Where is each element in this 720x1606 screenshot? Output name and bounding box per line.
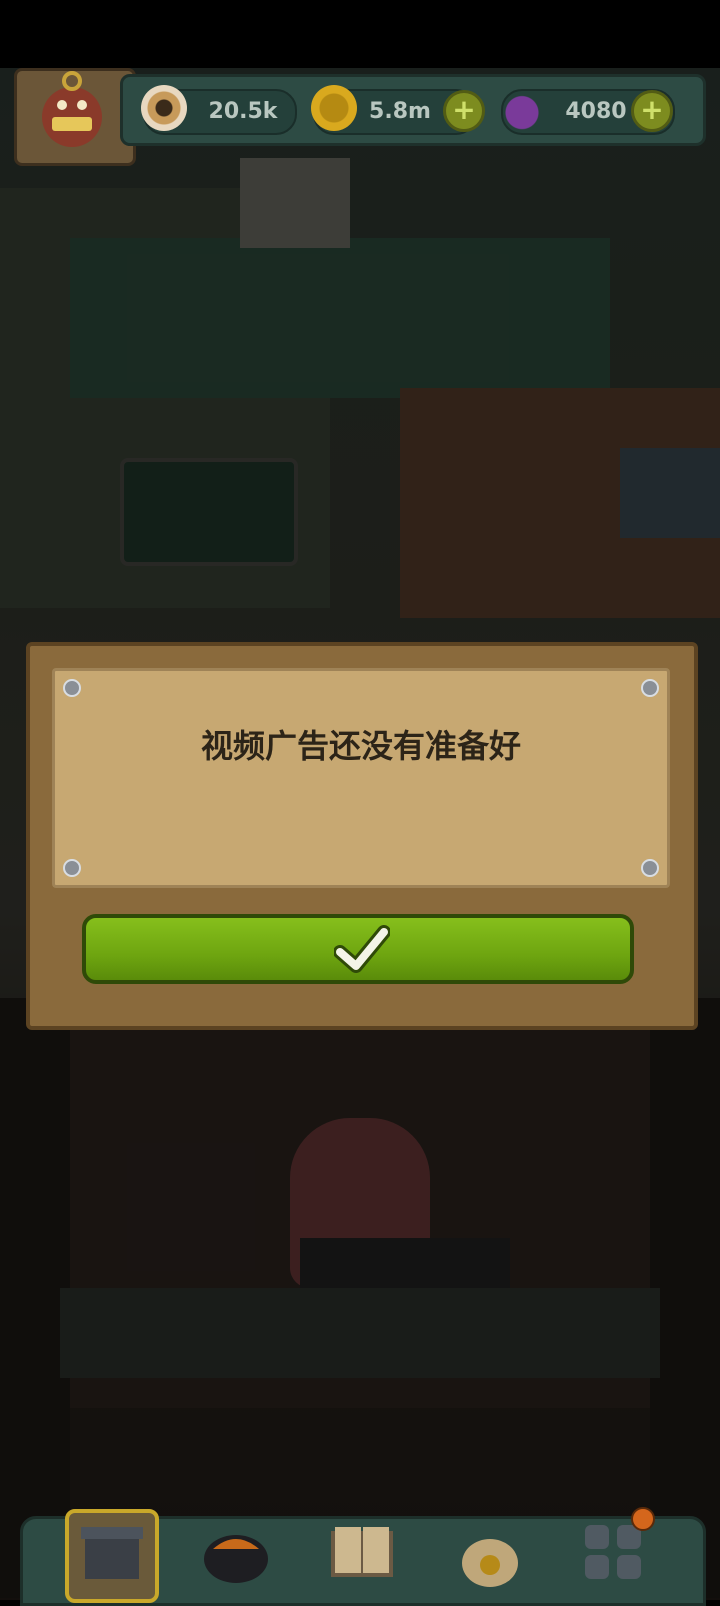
top-hud: 20.5k 5.8m + 4080 + [0,68,720,166]
dialog-message: 视频广告还没有准备好 [200,727,521,765]
player-avatar[interactable] [14,68,136,166]
eyes-value: 20.5k [208,99,278,124]
plus-icon: + [640,93,664,126]
nav-cauldron[interactable] [193,1509,279,1595]
monster-avatar-icon [42,71,102,147]
shop-icon [81,1527,143,1579]
coin-icon [311,85,357,131]
ad-not-ready-dialog: 视频广告还没有准备好 [26,642,698,1030]
rivet-icon [63,679,81,697]
bottom-nav [20,1507,706,1606]
status-bar [0,0,720,68]
nav-recipe-book[interactable] [319,1509,405,1595]
plus-icon: + [452,93,476,126]
add-potion-button[interactable]: + [631,90,673,132]
notification-badge [631,1507,655,1531]
nav-money-bag[interactable] [447,1509,533,1595]
cauldron-icon [204,1535,268,1583]
add-coins-button[interactable]: + [443,90,485,132]
eyeball-icon [141,85,187,131]
money-bag-icon [462,1539,518,1587]
checkmark-icon [334,925,390,973]
potion-value: 4080 [565,99,627,124]
recipe-book-icon [331,1527,393,1577]
dialog-paper: 视频广告还没有准备好 [52,668,670,888]
rivet-icon [641,679,659,697]
rivet-icon [63,859,81,877]
rivet-icon [641,859,659,877]
nav-shop[interactable] [65,1509,159,1603]
confirm-button[interactable] [82,914,634,984]
coins-value: 5.8m [369,99,431,124]
resource-bar: 20.5k 5.8m + 4080 + [120,74,706,146]
potion-icon [499,85,545,131]
